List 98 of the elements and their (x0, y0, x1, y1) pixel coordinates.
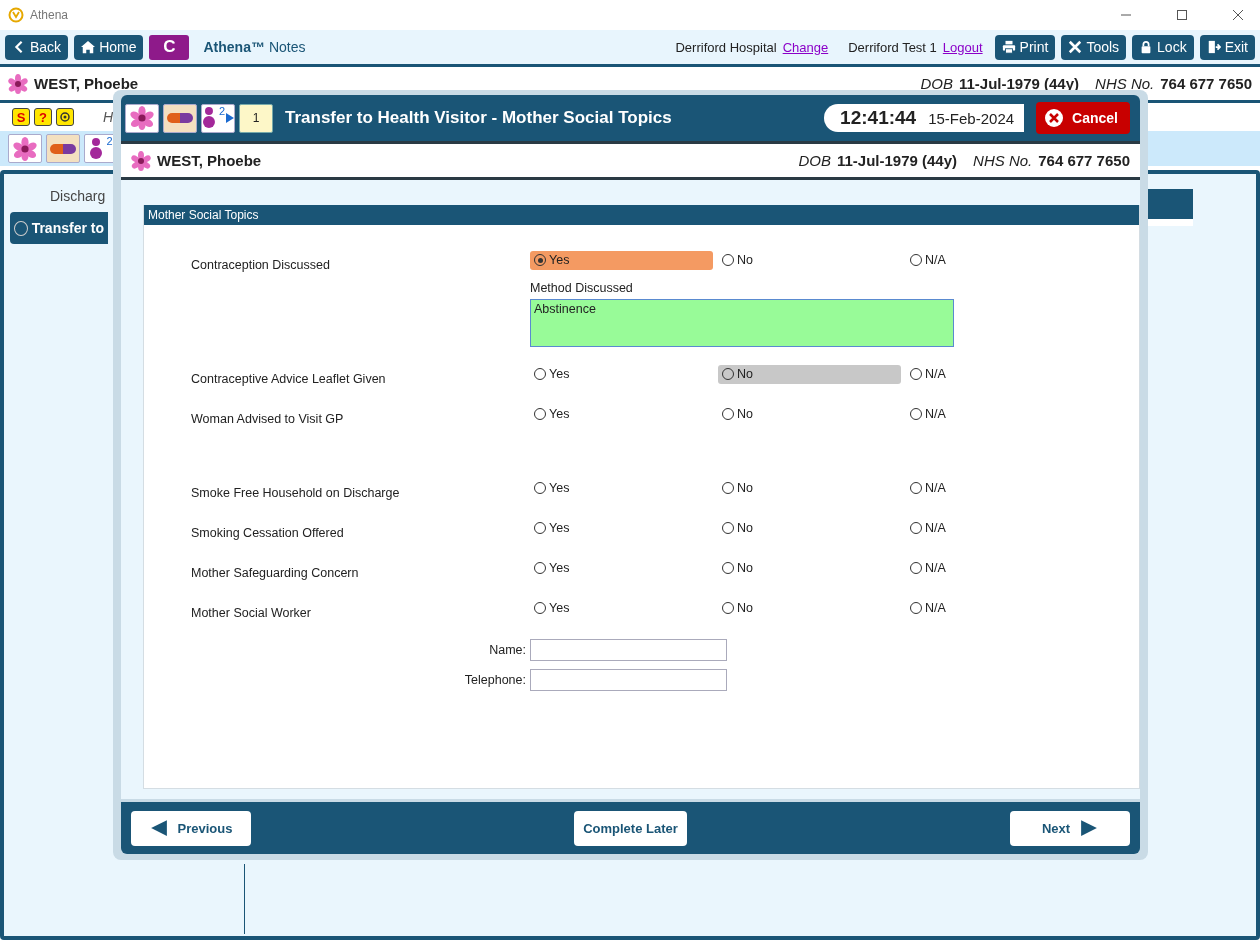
home-button[interactable]: Home (74, 34, 144, 60)
input-field[interactable] (530, 669, 727, 691)
tools-button[interactable]: Tools (1061, 34, 1127, 60)
previous-button[interactable]: Previous (131, 810, 251, 846)
c-button[interactable]: C (149, 34, 190, 60)
radio-option[interactable]: N/A (906, 364, 1089, 384)
radio-option[interactable]: Yes (530, 478, 713, 498)
dob-value: 11-Jul-1979 (44y) (836, 152, 958, 169)
radio-option[interactable]: N/A (906, 558, 1089, 578)
radio-option[interactable]: N/A (906, 250, 1089, 270)
nhs-value: 764 677 7650 (1038, 152, 1130, 169)
radio-option[interactable]: Yes (530, 598, 713, 618)
pill-button[interactable] (163, 103, 197, 133)
dob-label: DOB (920, 75, 953, 92)
time-text: 12:41:44 (840, 107, 917, 129)
lock-button[interactable]: Lock (1132, 34, 1194, 60)
question-label: Smoking Cessation Offered (191, 525, 345, 540)
radio-option[interactable]: No (718, 598, 901, 618)
print-button[interactable]: Print (994, 34, 1056, 60)
exit-icon (1206, 40, 1221, 54)
nhs-label: NHS No. (1095, 75, 1155, 92)
gear-icon[interactable] (56, 108, 74, 126)
logout-link[interactable]: Logout (942, 39, 983, 55)
right-triangle-icon (1080, 819, 1099, 837)
hand-icon[interactable]: S (12, 108, 30, 126)
radio-option[interactable]: Yes (530, 404, 713, 424)
field-label: Name: (488, 643, 527, 657)
dob-label: DOB (798, 152, 831, 169)
nhs-label: NHS No. (973, 152, 1033, 169)
tools-icon (1068, 40, 1083, 54)
printer-icon (1001, 40, 1016, 54)
flower-icon (8, 73, 28, 94)
next-button[interactable]: Next (1010, 810, 1130, 846)
flower-button[interactable] (8, 134, 42, 163)
cancel-button[interactable]: Cancel (1036, 102, 1130, 134)
note-count: 1 (252, 111, 260, 125)
radio-option[interactable]: No (718, 404, 901, 424)
nav-item[interactable]: Transfer to (10, 212, 108, 244)
question-label: Mother Social Worker (191, 605, 312, 620)
question-label: Smoke Free Household on Discharge (191, 485, 401, 500)
radio-option[interactable]: N/A (906, 478, 1089, 498)
text-area[interactable]: Abstinence (530, 299, 954, 347)
section-header: Mother Social Topics (144, 205, 1139, 225)
nhs-value: 764 677 7650 (1160, 75, 1252, 92)
app-name: Athena™ (203, 39, 265, 55)
left-triangle-icon (149, 819, 168, 837)
question-label: Woman Advised to Visit GP (191, 411, 345, 426)
baby-count: 2 (218, 104, 226, 117)
help-icon[interactable]: ? (34, 108, 52, 126)
window-title: Athena (30, 8, 69, 22)
radio-option[interactable]: N/A (906, 518, 1089, 538)
pill-icon (166, 112, 194, 124)
radio-option[interactable]: No (718, 478, 901, 498)
flower-button[interactable] (125, 103, 159, 133)
patient-name: WEST, Phoebe (157, 152, 262, 169)
play-arrow-icon (226, 113, 234, 123)
hospital-name: Derriford Hospital (675, 39, 777, 55)
section-title: Discharg (49, 188, 106, 204)
patient-name: WEST, Phoebe (34, 75, 139, 92)
radio-option[interactable]: Yes (530, 518, 713, 538)
radio-option[interactable]: No (718, 364, 901, 384)
radio-option[interactable]: Yes (530, 558, 713, 578)
radio-option[interactable]: No (718, 250, 901, 270)
question-label: Contraceptive Advice Leaflet Given (191, 371, 387, 386)
field-label: Telephone: (463, 673, 527, 687)
app-logo-icon (8, 7, 24, 23)
radio-option[interactable]: No (718, 558, 901, 578)
pill-button[interactable] (46, 134, 80, 163)
baby-count: 2 (106, 135, 113, 147)
input-field[interactable] (530, 639, 727, 661)
notepad-button[interactable]: 1 (239, 103, 273, 133)
radio-option[interactable]: Yes (530, 364, 713, 384)
radio-option[interactable]: N/A (906, 404, 1089, 424)
close-icon[interactable] (1232, 9, 1244, 21)
radio-option[interactable]: N/A (906, 598, 1089, 618)
app-section: Notes (268, 39, 306, 55)
change-link[interactable]: Change (782, 39, 829, 55)
back-button[interactable]: Back (5, 34, 69, 60)
question-label: Contraception Discussed (191, 257, 331, 272)
user-name: Derriford Test 1 (848, 39, 937, 55)
complete-later-button[interactable]: Complete Later (574, 810, 687, 846)
flower-icon (13, 136, 37, 161)
date-text: 15-Feb-2024 (928, 109, 1015, 127)
partial-text: H (103, 109, 114, 125)
maximize-icon[interactable] (1176, 9, 1188, 21)
home-icon (81, 40, 96, 54)
question-label: Mother Safeguarding Concern (191, 565, 360, 580)
close-circle-icon (1044, 108, 1065, 128)
radio-option[interactable]: Yes (530, 250, 713, 270)
mother-baby-button[interactable]: 2 (201, 103, 235, 133)
radio-option[interactable]: No (718, 518, 901, 538)
dialog-title: Transfer to Health Visitor - Mother Social Topics (285, 108, 672, 128)
exit-button[interactable]: Exit (1199, 34, 1255, 60)
field-label: Method Discussed (530, 281, 634, 295)
pill-icon (49, 142, 77, 155)
person-icon (202, 106, 218, 130)
flower-icon (131, 150, 151, 171)
flower-icon (130, 106, 154, 130)
